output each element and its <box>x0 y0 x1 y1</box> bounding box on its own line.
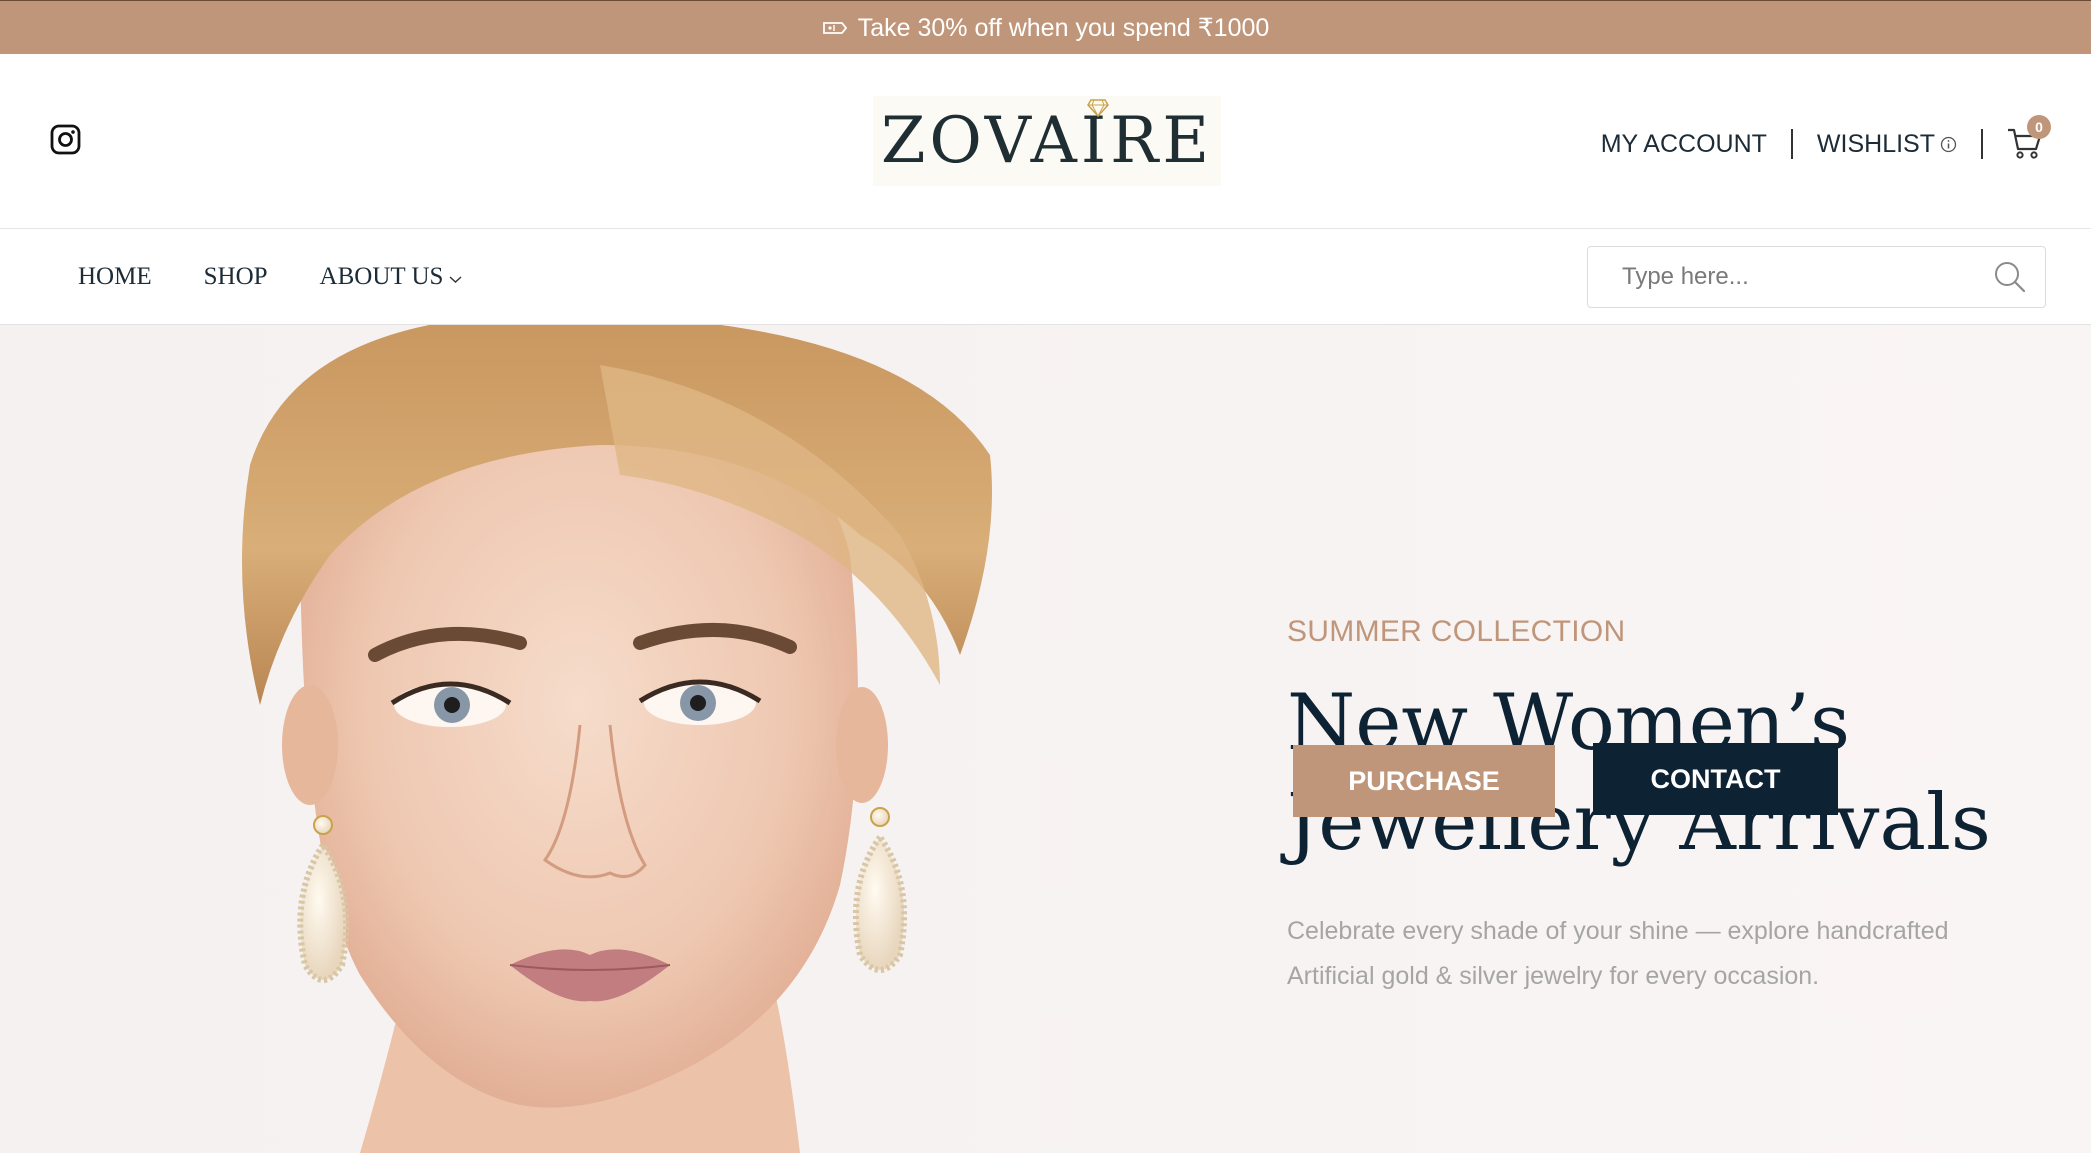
promo-content: Take 30% off when you spend ₹1000 <box>822 13 1270 43</box>
search-input[interactable] <box>1622 263 1993 291</box>
ticket-icon <box>822 21 847 34</box>
search-box <box>1587 246 2046 308</box>
promo-bar: Take 30% off when you spend ₹1000 <box>0 0 2091 54</box>
promo-text: Take 30% off when you spend ₹1000 <box>857 13 1270 42</box>
nav-item-shop[interactable]: SHOP <box>204 263 268 291</box>
search-icon[interactable] <box>1993 260 2027 294</box>
wishlist-label: WISHLIST <box>1816 129 1935 158</box>
divider <box>1790 129 1793 159</box>
nav-item-label: ABOUT US <box>319 263 444 290</box>
wishlist-link[interactable]: WISHLIST <box>1817 130 1957 159</box>
hero-subtext: Celebrate every shade of your shine — ex… <box>1287 917 1949 990</box>
account-links: MY ACCOUNT WISHLIST 0 <box>1601 115 2051 164</box>
chevron-down-icon <box>449 275 462 283</box>
hero-eyebrow: SUMMER COLLECTION <box>1287 615 1626 648</box>
nav-item-about-us[interactable]: ABOUT US <box>320 263 463 291</box>
instagram-icon[interactable] <box>50 124 81 155</box>
diamond-icon <box>1087 99 1109 118</box>
logo-text: ZOVAIRE <box>880 104 1214 178</box>
hero-banner: SUMMER COLLECTION New Women’s Jewellery … <box>0 325 2091 1153</box>
main-navbar: HOME SHOP ABOUT US <box>0 229 2091 325</box>
cart-count-badge: 0 <box>2027 115 2051 139</box>
contact-button[interactable]: CONTACT <box>1593 743 1838 815</box>
site-logo[interactable]: ZOVAIRE <box>873 96 1221 186</box>
my-account-link[interactable]: MY ACCOUNT <box>1601 130 1767 159</box>
hero-model-image <box>242 325 993 1153</box>
info-icon <box>1940 136 1957 152</box>
cart-button[interactable]: 0 <box>2007 115 2051 161</box>
hero-buttons: PURCHASE CONTACT <box>1293 743 1838 817</box>
main-nav: HOME SHOP ABOUT US <box>78 229 462 325</box>
nav-item-home[interactable]: HOME <box>78 263 152 291</box>
site-header: ZOVAIRE MY ACCOUNT WISHLIST 0 <box>0 54 2091 229</box>
divider <box>1981 129 1983 159</box>
purchase-button[interactable]: PURCHASE <box>1293 745 1555 817</box>
